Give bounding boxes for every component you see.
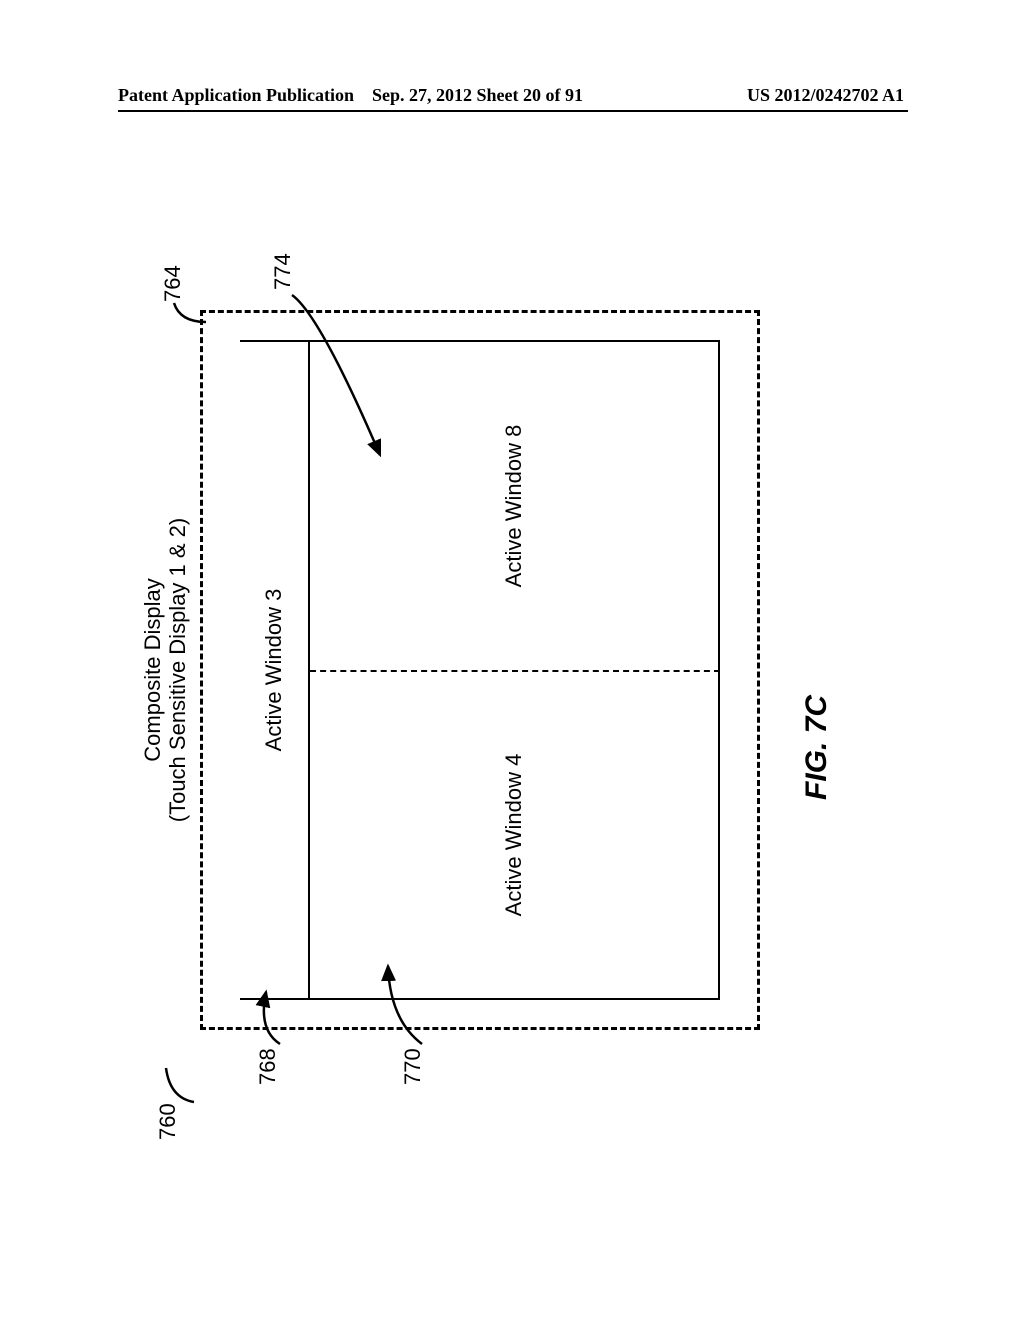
active-window-3-label: Active Window 3 <box>261 589 287 752</box>
active-window-4: Active Window 4 <box>310 670 720 1000</box>
figure-canvas: Composite Display (Touch Sensitive Displ… <box>100 200 900 1200</box>
ref-770: 770 <box>400 1048 426 1085</box>
ref-764-leader <box>170 288 215 328</box>
ref-760-leader <box>160 1050 200 1110</box>
ref-774-leader <box>280 285 390 465</box>
ref-768: 768 <box>255 1048 281 1085</box>
ref-768-leader <box>250 980 290 1050</box>
title-line-1: Composite Display <box>140 310 165 1030</box>
header-pubnum: US 2012/0242702 A1 <box>747 85 904 106</box>
title-line-2: (Touch Sensitive Display 1 & 2) <box>165 310 190 1030</box>
header-publication: Patent Application Publication <box>118 85 354 106</box>
active-window-8-label: Active Window 8 <box>501 425 527 588</box>
ref-770-leader <box>380 955 435 1050</box>
header-date-sheet: Sep. 27, 2012 Sheet 20 of 91 <box>372 85 583 106</box>
figure-caption: FIG. 7C <box>800 695 834 800</box>
figure-7c: Composite Display (Touch Sensitive Displ… <box>100 200 900 1200</box>
header-rule <box>118 110 908 112</box>
composite-display-title: Composite Display (Touch Sensitive Displ… <box>140 310 191 1030</box>
active-window-4-label: Active Window 4 <box>501 754 527 917</box>
